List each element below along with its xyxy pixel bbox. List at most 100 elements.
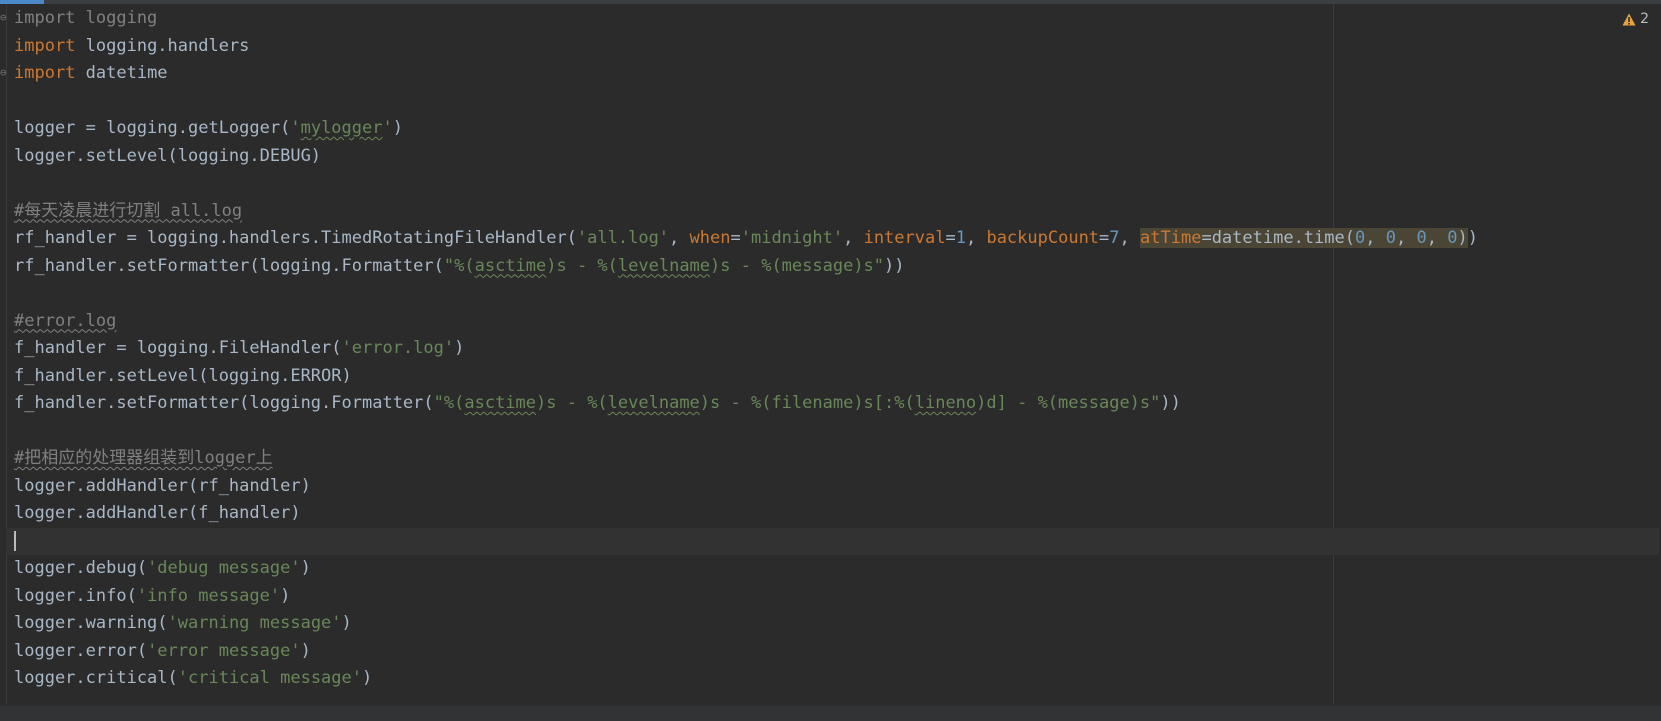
gutter-divider bbox=[6, 4, 7, 704]
code-line[interactable]: f_handler = logging.FileHandler('error.l… bbox=[14, 335, 1634, 363]
code-token: ) bbox=[300, 640, 311, 661]
code-token: 'critical message' bbox=[177, 668, 362, 688]
text-caret bbox=[14, 530, 16, 551]
code-token: 'midnight' bbox=[740, 228, 844, 248]
code-token: ) bbox=[280, 585, 291, 606]
code-token: logger = logging.getLogger( bbox=[14, 118, 291, 138]
code-line[interactable]: logger.info('info message') bbox=[14, 583, 1634, 611]
code-line[interactable]: logger.debug('debug message') bbox=[14, 555, 1634, 583]
code-token: = bbox=[1099, 228, 1110, 248]
code-line[interactable]: rf_handler = logging.handlers.TimedRotat… bbox=[14, 225, 1634, 253]
code-line[interactable]: #error.log bbox=[14, 308, 1634, 336]
code-token: )) bbox=[884, 255, 905, 276]
code-token: )) bbox=[1160, 393, 1181, 413]
fold-marker-icon[interactable]: ⊖ bbox=[0, 11, 8, 24]
code-token: ) bbox=[300, 558, 311, 578]
code-token: logging.handlers bbox=[75, 35, 250, 56]
code-token: 'error.log' bbox=[341, 338, 455, 358]
code-line[interactable]: ​ bbox=[14, 170, 1634, 198]
code-token: rf_handler.setFormatter(logging.Formatte… bbox=[14, 255, 444, 276]
code-line[interactable]: logger.error('error message') bbox=[14, 638, 1634, 666]
code-token: 7 bbox=[1109, 228, 1120, 248]
code-line[interactable]: rf_handler.setFormatter(logging.Formatte… bbox=[14, 253, 1634, 281]
code-token: logger.debug( bbox=[14, 558, 148, 578]
code-token: ) bbox=[341, 613, 352, 633]
code-token: asctime bbox=[474, 255, 547, 276]
code-token: , bbox=[843, 228, 864, 248]
code-token: =datetime.time( bbox=[1201, 228, 1355, 248]
code-line[interactable] bbox=[6, 527, 1659, 555]
code-token: import logging bbox=[14, 8, 158, 28]
code-token: levelname bbox=[617, 255, 711, 276]
code-token: 0 bbox=[1354, 228, 1366, 248]
code-line[interactable]: #每天凌晨进行切割 all.log bbox=[14, 198, 1634, 226]
code-token: , bbox=[965, 228, 987, 248]
code-token: backupCount bbox=[986, 228, 1100, 248]
code-token: asctime bbox=[464, 393, 537, 413]
code-token: logger.setLevel(logging.DEBUG) bbox=[14, 145, 322, 166]
code-line[interactable]: f_handler.setFormatter(logging.Formatter… bbox=[14, 390, 1634, 418]
code-token: = bbox=[730, 228, 741, 248]
code-token: , bbox=[1119, 228, 1141, 248]
code-token: #每天凌晨进行切割 all.log bbox=[14, 200, 243, 221]
code-line[interactable]: logger.critical('critical message') bbox=[14, 665, 1634, 693]
code-token: levelname bbox=[607, 393, 700, 413]
code-token: import bbox=[14, 35, 76, 56]
code-token: , bbox=[1426, 228, 1448, 248]
code-token: )s - %(filename)s[:%( bbox=[699, 393, 915, 413]
code-token: #error.log bbox=[14, 310, 117, 331]
code-token: rf_handler = logging.handlers.TimedRotat… bbox=[14, 228, 577, 248]
code-token: ) bbox=[1467, 228, 1478, 248]
code-line[interactable]: ​ bbox=[14, 88, 1634, 116]
code-token: logger.info( bbox=[14, 585, 137, 606]
code-line[interactable]: ​ bbox=[14, 418, 1634, 446]
code-token: )s - %( bbox=[546, 255, 618, 276]
code-token: atTime bbox=[1140, 228, 1202, 248]
horizontal-scrollbar-track[interactable] bbox=[0, 706, 1661, 721]
code-token: 'warning message' bbox=[167, 613, 342, 633]
code-line[interactable]: #把相应的处理器组装到logger上 bbox=[14, 445, 1634, 473]
code-token: 'debug message' bbox=[147, 558, 301, 578]
code-line[interactable]: ​ bbox=[14, 280, 1634, 308]
fold-marker-icon[interactable]: ⊖ bbox=[0, 66, 8, 79]
code-token: import bbox=[14, 63, 76, 83]
code-line[interactable]: ⊖ import logging bbox=[0, 5, 1634, 33]
code-token: logger.addHandler(rf_handler) bbox=[14, 475, 311, 496]
code-line[interactable]: ⊖ import datetime bbox=[0, 60, 1634, 88]
code-line[interactable]: logger.addHandler(f_handler) bbox=[14, 500, 1634, 528]
code-line[interactable]: logger.addHandler(rf_handler) bbox=[14, 473, 1634, 501]
code-token: ' bbox=[290, 118, 301, 138]
code-token: 'info message' bbox=[136, 585, 281, 606]
code-token: , bbox=[1395, 228, 1417, 248]
code-token: f_handler.setFormatter(logging.Formatter… bbox=[14, 393, 434, 413]
code-token: logger.error( bbox=[14, 640, 148, 661]
code-line[interactable]: logger = logging.getLogger('mylogger') bbox=[14, 115, 1634, 143]
editor-tab-strip bbox=[0, 0, 1661, 4]
code-token: logger.warning( bbox=[14, 613, 168, 633]
code-area[interactable]: ⊖ import logging import logging.handlers ⊖ i… bbox=[0, 5, 1659, 693]
code-token: ) bbox=[392, 118, 403, 138]
code-line[interactable]: logger.setLevel(logging.DEBUG) bbox=[14, 143, 1634, 171]
code-token: 1 bbox=[955, 228, 966, 248]
code-token: )s - %( bbox=[536, 393, 608, 413]
code-token: mylogger bbox=[300, 118, 383, 138]
code-token: )s - %(message)s" bbox=[710, 255, 885, 276]
code-token: when bbox=[689, 228, 731, 248]
code-editor[interactable]: 2 ⊖ import logging import logging.handlers… bbox=[0, 0, 1661, 721]
code-token: ' bbox=[382, 118, 393, 138]
code-token: logger.critical( bbox=[14, 668, 178, 688]
code-line[interactable]: import logging.handlers bbox=[14, 33, 1634, 61]
code-token: datetime bbox=[75, 63, 168, 83]
code-token: 'all.log' bbox=[576, 228, 670, 248]
code-line[interactable]: logger.warning('warning message') bbox=[14, 610, 1634, 638]
code-token: = bbox=[945, 228, 956, 248]
code-token: f_handler = logging.FileHandler( bbox=[14, 338, 342, 358]
code-token: lineno bbox=[914, 393, 977, 413]
code-line[interactable]: f_handler.setLevel(logging.ERROR) bbox=[14, 363, 1634, 391]
code-token: ) bbox=[454, 338, 465, 358]
code-token: , bbox=[1365, 228, 1386, 248]
code-token: 'error message' bbox=[147, 640, 301, 661]
code-token: 0 bbox=[1447, 228, 1458, 248]
warning-count: 2 bbox=[1640, 11, 1649, 27]
code-token: 0 bbox=[1385, 228, 1396, 248]
